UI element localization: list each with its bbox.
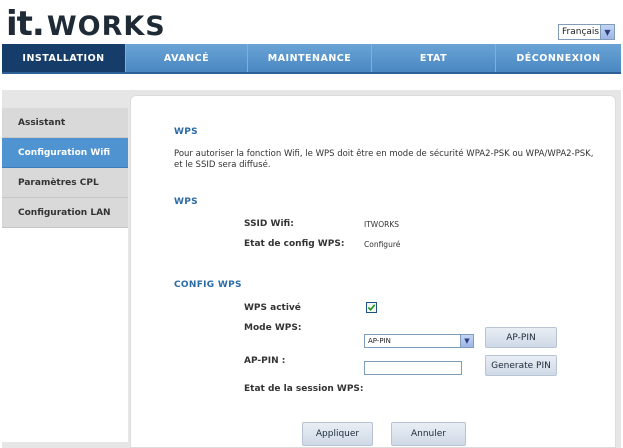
- spacer-band: [2, 76, 621, 90]
- tab-deconnexion[interactable]: DÉCONNEXION: [496, 44, 621, 72]
- cancel-button[interactable]: Annuler: [391, 422, 466, 446]
- ap-pin-button[interactable]: AP-PIN: [485, 327, 557, 348]
- tab-installation[interactable]: INSTALLATION: [2, 44, 126, 72]
- language-select[interactable]: Français ▼: [558, 24, 615, 40]
- top-navigation: INSTALLATION AVANCÉ MAINTENANCE ETAT DÉC…: [2, 44, 621, 74]
- main-panel: WPS Pour autoriser la fonction Wifi, le …: [130, 95, 616, 448]
- tab-label: ETAT: [419, 52, 448, 64]
- ssid-label: SSID Wifi:: [244, 219, 294, 229]
- ap-pin-label: AP-PIN :: [244, 356, 286, 366]
- ap-pin-input[interactable]: [364, 361, 462, 375]
- tab-label: AVANCÉ: [163, 52, 210, 64]
- wps-mode-select[interactable]: AP-PIN ▼: [364, 334, 474, 348]
- chevron-down-icon[interactable]: ▼: [460, 335, 473, 347]
- sidebar-item-parametres-cpl[interactable]: Paramètres CPL: [2, 168, 128, 198]
- wps-enabled-checkbox[interactable]: [366, 302, 377, 313]
- sidebar-item-assistant[interactable]: Assistant: [2, 108, 128, 138]
- section-title-config-wps: CONFIG WPS: [174, 280, 242, 290]
- wps-description: Pour autoriser la fonction Wifi, le WPS …: [174, 149, 594, 170]
- config-state-label: Etat de config WPS:: [244, 239, 345, 249]
- generate-pin-button[interactable]: Generate PIN: [485, 355, 557, 376]
- config-state-value: Configuré: [364, 240, 401, 249]
- sidebar-spacer: [2, 228, 128, 442]
- sidebar-item-label: Configuration LAN: [18, 207, 111, 218]
- sidebar-item-configuration-wifi[interactable]: Configuration Wifi: [2, 138, 128, 168]
- tab-maintenance[interactable]: MAINTENANCE: [248, 44, 372, 72]
- header: it. WORKS Français ▼: [0, 0, 623, 44]
- ssid-value: ITWORKS: [364, 220, 400, 229]
- sidebar-item-label: Configuration Wifi: [18, 147, 111, 158]
- sidebar-item-label: Paramètres CPL: [18, 177, 99, 188]
- checkmark-icon: [367, 304, 376, 311]
- section-title-wps-info: WPS: [174, 197, 198, 207]
- wps-session-label: Etat de la session WPS:: [244, 384, 364, 394]
- language-selected: Français: [562, 27, 600, 37]
- sidebar: Assistant Configuration Wifi Paramètres …: [2, 108, 128, 442]
- tab-label: MAINTENANCE: [267, 52, 352, 64]
- apply-button[interactable]: Appliquer: [302, 422, 373, 446]
- tab-etat[interactable]: ETAT: [372, 44, 496, 72]
- section-title-wps: WPS: [174, 127, 198, 137]
- itworks-logo: it. WORKS: [6, 4, 166, 44]
- tab-label: DÉCONNEXION: [516, 52, 601, 64]
- wps-mode-selected: AP-PIN: [368, 337, 391, 345]
- sidebar-item-label: Assistant: [18, 117, 66, 128]
- wps-mode-label: Mode WPS:: [244, 323, 302, 333]
- sidebar-item-configuration-lan[interactable]: Configuration LAN: [2, 198, 128, 228]
- tab-label: INSTALLATION: [22, 52, 105, 64]
- tab-avance[interactable]: AVANCÉ: [126, 44, 248, 72]
- chevron-down-icon[interactable]: ▼: [600, 25, 614, 39]
- wps-enabled-label: WPS activé: [244, 303, 301, 313]
